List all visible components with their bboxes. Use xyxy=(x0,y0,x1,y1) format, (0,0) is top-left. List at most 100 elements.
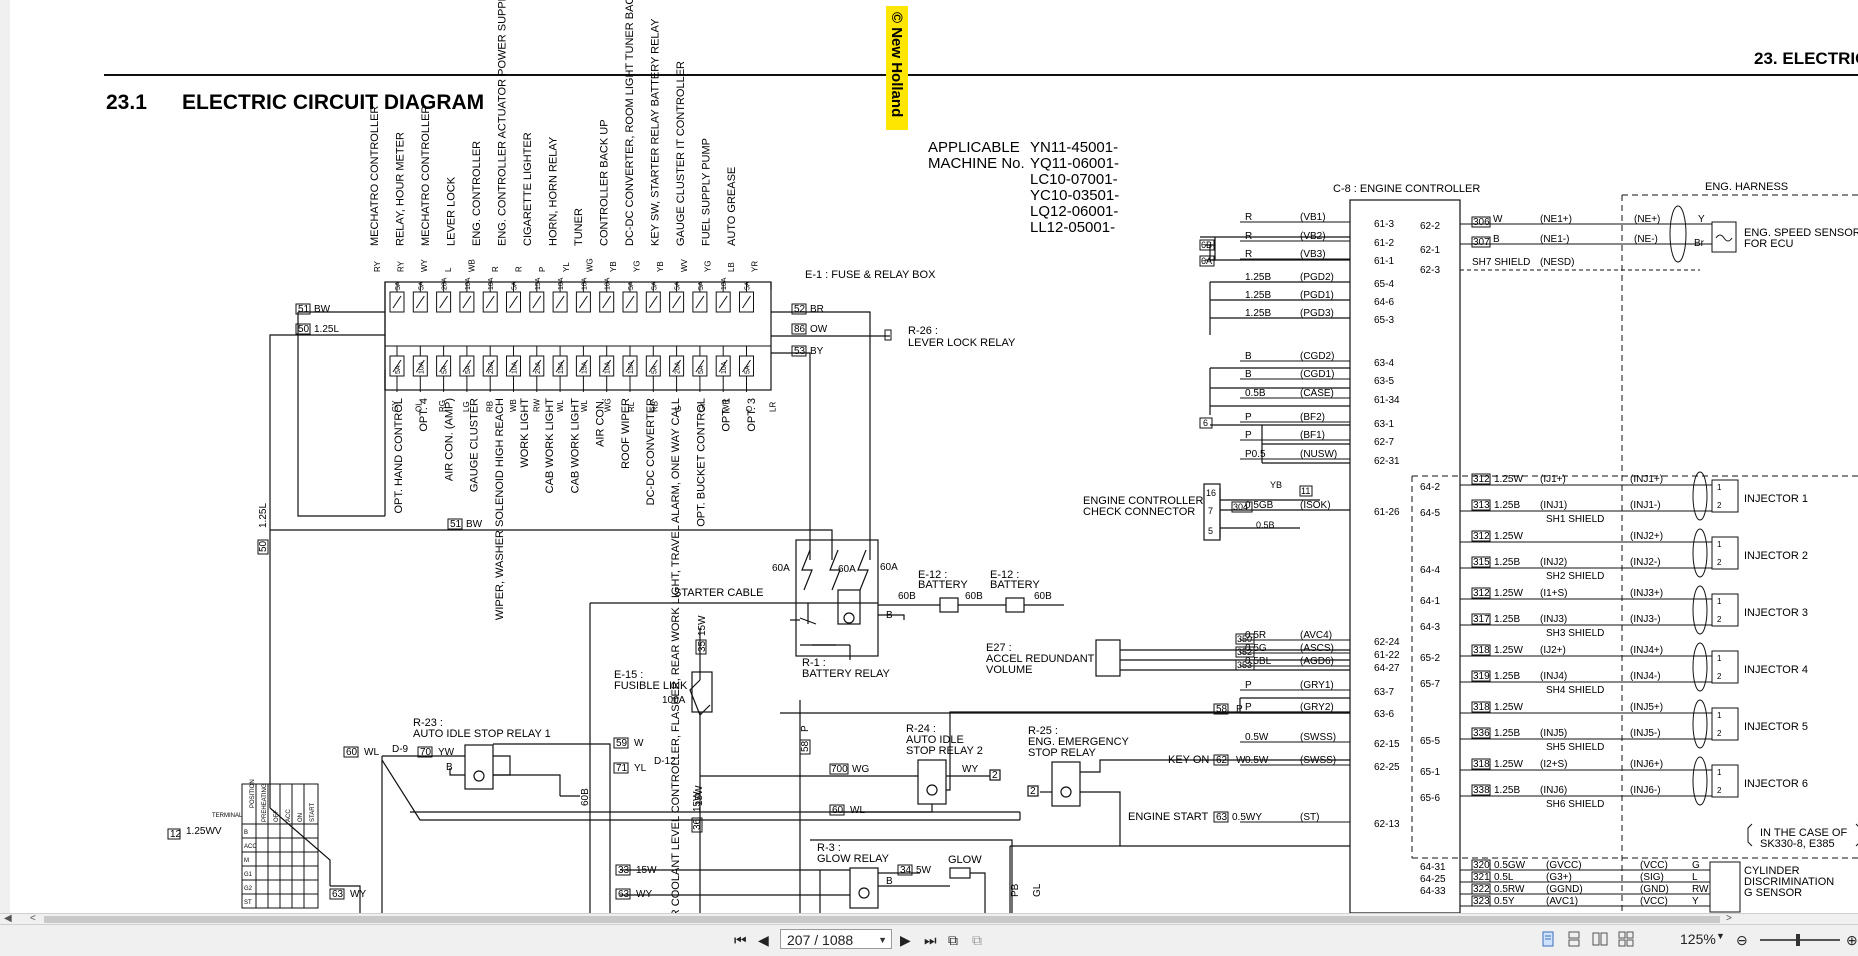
g-wire-num-text: 320 xyxy=(1473,860,1490,871)
inj-wire-spec: 1.25W xyxy=(1494,474,1523,485)
single-page-view-icon[interactable] xyxy=(1540,931,1556,947)
ec-signal: (ST) xyxy=(1300,812,1319,823)
fuse-top-label: HORN, HORN RELAY xyxy=(548,136,560,246)
inj-signal: (INJ4) xyxy=(1540,671,1567,682)
injector-label: INJECTOR 5 xyxy=(1744,721,1808,733)
svg-text:60A: 60A xyxy=(880,562,898,573)
scroll-right-small-icon[interactable]: > xyxy=(1726,913,1732,924)
fuse-top-label: GAUGE CLUSTER IT CONTROLLER xyxy=(675,61,687,246)
inj-conn: (INJ2+) xyxy=(1630,531,1663,542)
inj-pin-no: 2 xyxy=(1717,615,1722,624)
fuse-top-label: AUTO GREASE xyxy=(726,167,738,246)
svg-text:63: 63 xyxy=(618,889,630,900)
next-page-icon[interactable]: ▶ xyxy=(900,931,911,949)
inj-pin-no: 2 xyxy=(1717,501,1722,510)
fuse-amp: 20A xyxy=(442,277,449,290)
speed-sensor-pins: 62-2 306 W (NE1+) (NE+) Y 62-1 307 B (NE… xyxy=(1420,214,1705,276)
svg-text:700: 700 xyxy=(831,764,848,775)
svg-text:P: P xyxy=(800,725,811,732)
zoom-in-icon[interactable]: ⊕ xyxy=(1846,931,1858,949)
svg-text:WL: WL xyxy=(850,805,865,816)
inj-pin-no: 2 xyxy=(1717,786,1722,795)
inj-wire-num-text: 315 xyxy=(1473,557,1490,568)
eng-harness-label: ENG. HARNESS xyxy=(1705,181,1788,193)
injector-box xyxy=(1711,707,1739,741)
fuse-row-bottom: 5A 10A 5A 5A 20A 10A 20A 15A 15A 10A 15A 5A 20A 5A 10A… xyxy=(385,345,771,392)
fuse-bottom-label: RADIATOR COOLANT LEVEL CONTROLLER, FLASH… xyxy=(670,398,682,913)
fuse-bottom-wire: OL xyxy=(415,401,424,412)
ec-pin: 63-7 xyxy=(1374,687,1394,698)
svg-text:306: 306 xyxy=(1473,217,1490,228)
zoom-out-icon[interactable]: ⊖ xyxy=(1736,931,1748,949)
fuse-amp: 10A xyxy=(721,361,728,374)
svg-text:BATTERY RELAY: BATTERY RELAY xyxy=(802,668,890,680)
ec-signal: (GRY1) xyxy=(1300,680,1334,691)
svg-text:D-9: D-9 xyxy=(392,744,409,755)
inj-conn: (INJ4+) xyxy=(1630,645,1663,656)
ec-signal: (CGD2) xyxy=(1300,351,1334,362)
svg-text:60B: 60B xyxy=(580,788,591,806)
inj-shield-ellipse xyxy=(1692,699,1708,749)
scroll-left-small-icon[interactable]: < xyxy=(30,913,36,924)
last-page-icon[interactable]: ⏭ xyxy=(924,931,937,949)
inj-wire-num-text: 336 xyxy=(1473,728,1490,739)
svg-text:(NE1+): (NE1+) xyxy=(1540,214,1572,225)
fuse-amp: 10A xyxy=(418,361,425,374)
svg-text:POSITION: POSITION xyxy=(250,779,256,808)
zoom-level[interactable]: 125% xyxy=(1680,931,1716,947)
inj-conn: (INJ3-) xyxy=(1630,614,1661,625)
fuse-top-labels: MECHATRO CONTROLLER RELAY, HOUR METER MECH… xyxy=(369,0,738,246)
copy-page-icon[interactable]: ⧉ xyxy=(948,931,958,949)
svg-text:6B: 6B xyxy=(1201,240,1212,250)
page-number-input[interactable]: 207 / 1088 ▼ xyxy=(780,929,892,949)
fuse-top-label: LEVER LOCK xyxy=(446,176,458,246)
zoom-slider[interactable] xyxy=(1760,934,1840,946)
inj-pin: 65-1 xyxy=(1420,767,1440,778)
ec-signal: (ISOK) xyxy=(1300,500,1331,511)
svg-text:ON: ON xyxy=(298,813,304,822)
two-page-continuous-view-icon[interactable] xyxy=(1618,931,1634,947)
svg-text:START: START xyxy=(310,803,316,822)
zoom-dropdown-icon[interactable]: ▼ xyxy=(1716,931,1725,941)
inj-wire-num-text: 312 xyxy=(1473,531,1490,542)
ec-pin: 62-31 xyxy=(1374,456,1400,467)
inj-shield-ellipse xyxy=(1692,642,1708,692)
inj-shield: SH6 SHIELD xyxy=(1546,799,1604,810)
inj-wire-num-text: 338 xyxy=(1473,785,1490,796)
g-color: L xyxy=(1692,872,1698,883)
svg-text:W: W xyxy=(634,738,644,749)
svg-text:2: 2 xyxy=(1030,786,1036,797)
inj-wire-num-text: 312 xyxy=(1473,474,1490,485)
fuse-top-wire: RY xyxy=(397,260,406,272)
svg-text:58: 58 xyxy=(800,740,811,752)
continuous-view-icon[interactable] xyxy=(1566,931,1582,947)
fuse-top-label: CIGARETTE LIGHTER xyxy=(522,132,534,246)
inj-signal: (INJ1) xyxy=(1540,500,1567,511)
serial: LL12-05001- xyxy=(1030,219,1115,236)
inj-shield-ellipse xyxy=(1692,756,1708,806)
injector-box xyxy=(1711,593,1739,627)
ec-wire-spec: B xyxy=(1245,351,1252,362)
chevron-down-icon[interactable]: ▼ xyxy=(878,930,887,950)
first-page-icon[interactable]: ⏮ xyxy=(734,931,747,949)
inj-pin-no: 1 xyxy=(1717,768,1722,777)
svg-text:KEY ON: KEY ON xyxy=(1168,754,1209,766)
fuse-amp: 5A xyxy=(698,365,705,374)
two-page-view-icon[interactable] xyxy=(1592,931,1608,947)
fuse-amp: 5A xyxy=(745,281,752,290)
scroll-left-arrow-icon[interactable]: ◀ xyxy=(4,913,12,924)
ec-signal: (BF2) xyxy=(1300,412,1325,423)
ec-pin: 62-25 xyxy=(1374,762,1400,773)
fuse-bottom-label: OPT. HAND CONTROL xyxy=(393,398,405,514)
ec-wire-spec: P xyxy=(1245,430,1252,441)
ec-wire-spec: P xyxy=(1245,412,1252,423)
zoom-slider-knob[interactable] xyxy=(1796,934,1800,946)
svg-text:60: 60 xyxy=(832,805,844,816)
ec-wire-spec: R xyxy=(1245,231,1252,242)
inj-signal: (I2+S) xyxy=(1540,759,1568,770)
paste-page-icon[interactable]: ⧉ xyxy=(972,931,982,949)
prev-page-icon[interactable]: ◀ xyxy=(758,931,769,949)
inj-pin: 65-2 xyxy=(1420,653,1440,664)
svg-text:PREHEATING: PREHEATING xyxy=(262,783,268,822)
scrollbar-thumb[interactable] xyxy=(44,916,1720,923)
